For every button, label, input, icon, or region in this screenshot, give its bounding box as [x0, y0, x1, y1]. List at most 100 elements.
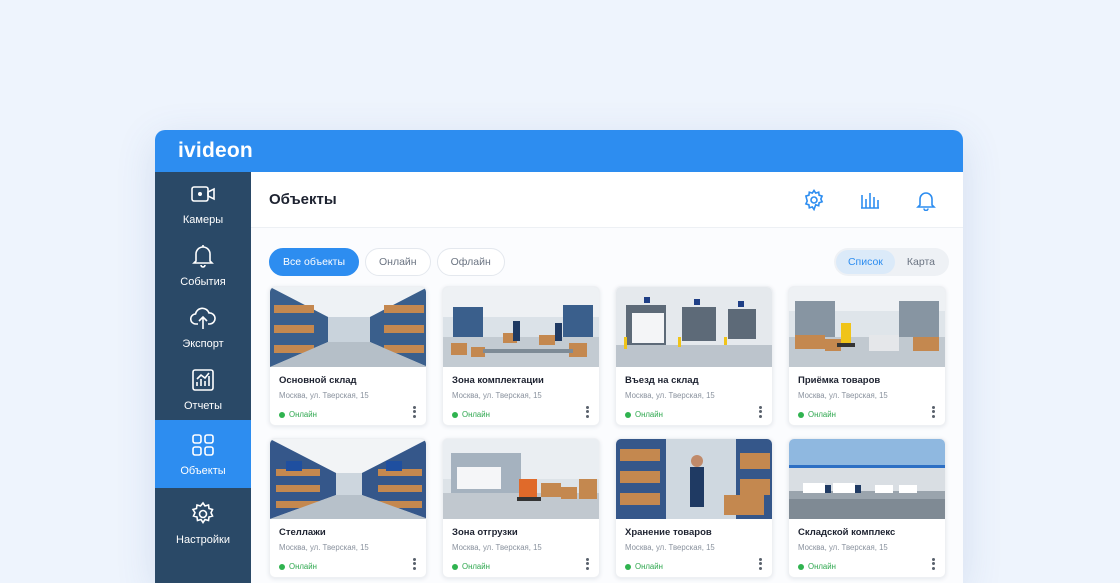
object-title: Складской комплекс — [798, 527, 896, 538]
more-options-icon[interactable] — [932, 556, 935, 571]
signal-bars-icon[interactable] — [859, 189, 881, 211]
view-toggle: Список Карта — [833, 248, 949, 276]
top-bar: ivideon — [155, 130, 963, 172]
filter-bar: Все объекты Онлайн Офлайн Список Карта — [251, 228, 963, 284]
receiving-area-image[interactable] — [789, 287, 945, 367]
object-title: Основной склад — [279, 375, 357, 386]
app-window: ivideon Камеры События Экспорт Отчеты Об — [155, 130, 963, 583]
filter-all-objects[interactable]: Все объекты — [269, 248, 359, 276]
sidebar-item-label: Отчеты — [183, 399, 223, 412]
page-header: Объекты — [251, 172, 963, 228]
status-label: Онлайн — [808, 410, 836, 419]
status-label: Онлайн — [289, 410, 317, 419]
warehouse-exterior-image[interactable] — [789, 439, 945, 519]
object-title: Приёмка товаров — [798, 375, 881, 386]
status-label: Онлайн — [462, 410, 490, 419]
sidebar-item-events[interactable]: События — [155, 234, 251, 296]
object-card[interactable]: Въезд на склад Москва, ул. Тверская, 15 Он… — [615, 286, 773, 426]
object-title: Зона отгрузки — [452, 527, 518, 538]
more-options-icon[interactable] — [759, 556, 762, 571]
sidebar-item-export[interactable]: Экспорт — [155, 296, 251, 358]
objects-grid: Основной склад Москва, ул. Тверская, 15 Он… — [269, 286, 946, 578]
status-label: Онлайн — [462, 562, 490, 571]
status-badge: Онлайн — [625, 410, 763, 419]
object-address: Москва, ул. Тверская, 15 — [798, 391, 888, 400]
warehouse-aisle-image[interactable] — [270, 287, 426, 367]
camera-icon — [191, 185, 215, 202]
storage-racks-image[interactable] — [270, 439, 426, 519]
sidebar-item-label: Экспорт — [182, 337, 224, 350]
sidebar-item-reports[interactable]: Отчеты — [155, 358, 251, 420]
gear-icon[interactable] — [803, 188, 825, 211]
more-options-icon[interactable] — [759, 404, 762, 419]
object-address: Москва, ул. Тверская, 15 — [625, 391, 715, 400]
bell-icon — [192, 244, 214, 268]
status-badge: Онлайн — [452, 562, 590, 571]
sidebar-item-settings[interactable]: Настройки — [155, 492, 251, 554]
sidebar-item-objects[interactable]: Объекты — [155, 420, 251, 488]
more-options-icon[interactable] — [413, 404, 416, 419]
object-card[interactable]: Хранение товаров Москва, ул. Тверская, 15… — [615, 438, 773, 578]
status-badge: Онлайн — [279, 562, 417, 571]
object-title: Въезд на склад — [625, 375, 699, 386]
objects-icon — [192, 433, 214, 456]
object-card[interactable]: Зона отгрузки Москва, ул. Тверская, 15 Онл… — [442, 438, 600, 578]
sidebar-item-label: Объекты — [180, 464, 226, 477]
object-title: Хранение товаров — [625, 527, 712, 538]
loading-dock-image[interactable] — [616, 287, 772, 367]
object-address: Москва, ул. Тверская, 15 — [798, 543, 888, 552]
object-address: Москва, ул. Тверская, 15 — [452, 543, 542, 552]
filter-offline[interactable]: Офлайн — [436, 248, 505, 276]
status-badge: Онлайн — [798, 410, 936, 419]
sidebar-item-label: Камеры — [182, 213, 224, 226]
more-options-icon[interactable] — [932, 404, 935, 419]
sidebar-item-cameras[interactable]: Камеры — [155, 172, 251, 234]
more-options-icon[interactable] — [413, 556, 416, 571]
view-list-button[interactable]: Список — [835, 250, 895, 274]
main-content: Объекты Все объекты Онлайн Офлайн Список… — [251, 172, 963, 583]
sidebar-item-label: Настройки — [176, 533, 230, 546]
object-address: Москва, ул. Тверская, 15 — [279, 391, 369, 400]
online-status-dot — [279, 563, 285, 570]
object-address: Москва, ул. Тверская, 15 — [452, 391, 542, 400]
object-address: Москва, ул. Тверская, 15 — [279, 543, 369, 552]
status-badge: Онлайн — [625, 562, 763, 571]
object-title: Зона комплектации — [452, 375, 544, 386]
storage-worker-image[interactable] — [616, 439, 772, 519]
view-map-button[interactable]: Карта — [895, 250, 947, 274]
more-options-icon[interactable] — [586, 404, 589, 419]
object-card[interactable]: Стеллажи Москва, ул. Тверская, 15 Онлайн — [269, 438, 427, 578]
online-status-dot — [798, 411, 804, 418]
online-status-dot — [625, 563, 631, 570]
more-options-icon[interactable] — [586, 556, 589, 571]
object-card[interactable]: Приёмка товаров Москва, ул. Тверская, 15 О… — [788, 286, 946, 426]
status-badge: Онлайн — [279, 410, 417, 419]
cloud-upload-icon — [190, 307, 216, 329]
page-title: Объекты — [269, 191, 337, 208]
status-badge: Онлайн — [798, 562, 936, 571]
object-card[interactable]: Основной склад Москва, ул. Тверская, 15 Он… — [269, 286, 427, 426]
gear-icon — [191, 501, 214, 524]
object-title: Стеллажи — [279, 527, 326, 538]
status-badge: Онлайн — [452, 410, 590, 419]
object-address: Москва, ул. Тверская, 15 — [625, 543, 715, 552]
status-label: Онлайн — [635, 410, 663, 419]
filter-online[interactable]: Онлайн — [365, 248, 431, 276]
sidebar: Камеры События Экспорт Отчеты Объекты На… — [155, 172, 254, 583]
online-status-dot — [279, 411, 285, 418]
sidebar-item-label: События — [180, 275, 226, 288]
chart-icon — [192, 368, 214, 391]
status-label: Онлайн — [635, 562, 663, 571]
online-status-dot — [452, 411, 458, 418]
online-status-dot — [452, 563, 458, 570]
object-card[interactable]: Зона комплектации Москва, ул. Тверская, 1… — [442, 286, 600, 426]
object-card[interactable]: Складской комплекс Москва, ул. Тверская, … — [788, 438, 946, 578]
bell-icon[interactable] — [915, 189, 937, 211]
status-label: Онлайн — [808, 562, 836, 571]
online-status-dot — [798, 563, 804, 570]
status-label: Онлайн — [289, 562, 317, 571]
ivideon-logo[interactable]: ivideon — [178, 139, 253, 163]
shipping-zone-image[interactable] — [443, 439, 599, 519]
picking-zone-image[interactable] — [443, 287, 599, 367]
online-status-dot — [625, 411, 631, 418]
